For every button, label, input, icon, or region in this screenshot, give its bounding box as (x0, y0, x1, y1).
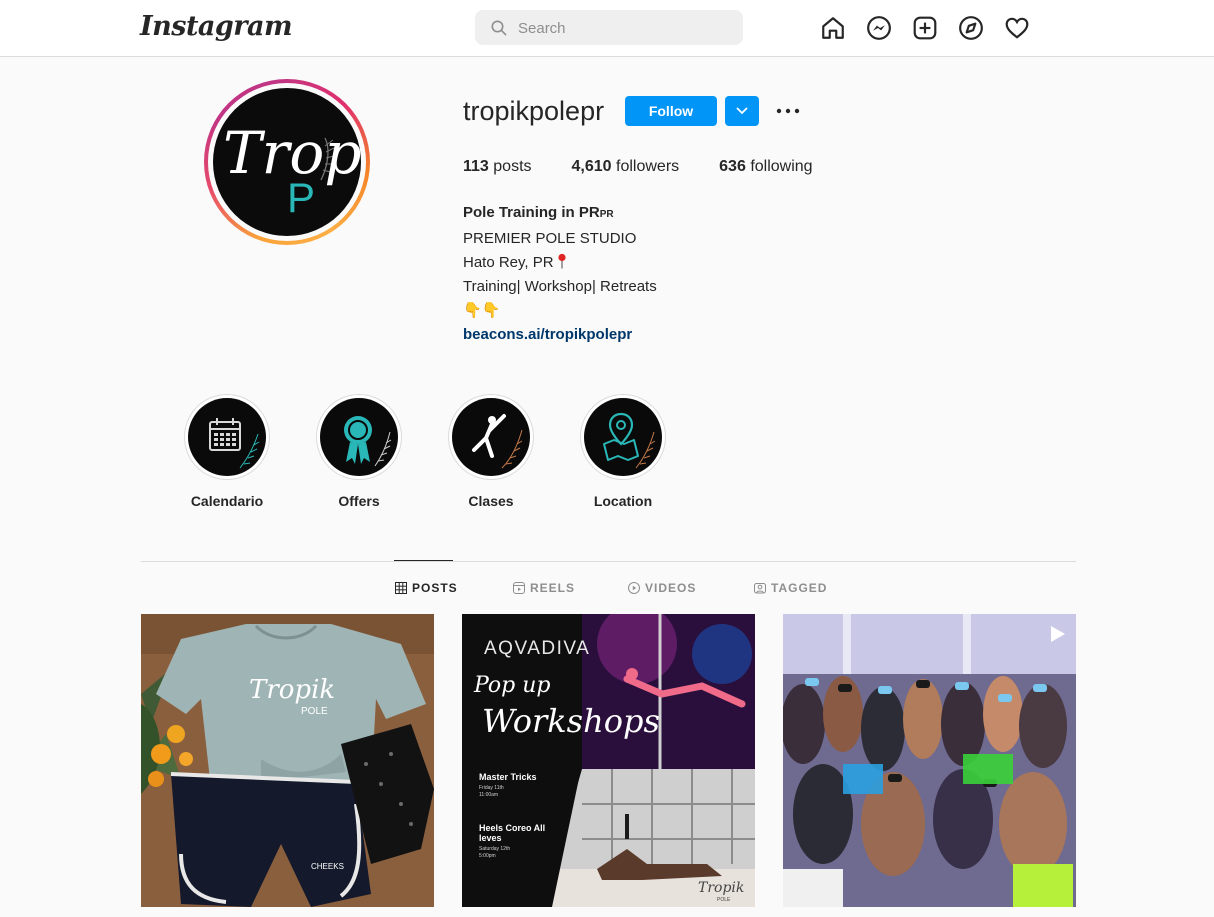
posts-count: 113 posts (463, 158, 532, 175)
highlight-label: Calendario (190, 493, 264, 509)
tab-reels[interactable]: REELS (513, 581, 575, 595)
instagram-logo[interactable]: Instagram (140, 11, 293, 42)
avatar-letter-p: P (287, 174, 315, 221)
tag-icon (754, 583, 766, 594)
activity-heart-icon[interactable] (1004, 15, 1030, 41)
reels-icon (513, 582, 525, 594)
flyer-event2-title-2: leves (479, 833, 502, 843)
post-group-video[interactable] (783, 614, 1076, 907)
highlight-label: Location (593, 493, 653, 509)
flyer-logo: Tropik (698, 880, 744, 896)
bio-name: Pole Training in PRPR (463, 204, 614, 221)
flyer-event2-title: Heels Coreo All (479, 823, 545, 833)
avatar: Tropik P (213, 88, 361, 236)
more-options-icon[interactable] (776, 101, 800, 121)
shorts-text: CHEEKS (311, 862, 344, 871)
tab-posts[interactable]: POSTS (395, 581, 458, 595)
bio-line: PREMIER POLE STUDIO (463, 230, 637, 247)
map-pin-icon (603, 412, 656, 469)
chevron-down-icon (736, 107, 748, 115)
top-navbar: Instagram Search (0, 0, 1214, 57)
profile-bio: Pole Training in PRPR PREMIER POLE STUDI… (463, 201, 657, 347)
flyer-logo-sub: POLE (717, 897, 731, 903)
suggested-dropdown-button[interactable] (725, 96, 759, 126)
tab-tagged[interactable]: TAGGED (754, 581, 827, 595)
flyer-brand: AQVADIVA (484, 638, 590, 659)
tab-videos[interactable]: VIDEOS (628, 581, 696, 595)
flyer-event2-date: Saturday 12th (479, 846, 510, 852)
flyer-title-1: Pop up (473, 673, 550, 698)
profile-stats: 113 posts 4,610 followers 636 following (463, 158, 853, 176)
shirt-logo-sub: POLE (301, 706, 328, 717)
profile-username: tropikpolepr (463, 96, 605, 126)
flyer-event1-title: Master Tricks (479, 772, 537, 782)
highlight-clases[interactable]: Clases (436, 394, 546, 509)
highlight-location[interactable]: Location (568, 394, 678, 509)
home-icon[interactable] (820, 15, 846, 41)
highlight-offers[interactable]: Offers (304, 394, 414, 509)
bio-line: Training| Workshop| Retreats (463, 278, 657, 295)
flyer-event2-time: 5:00pm (479, 853, 496, 859)
pointing-down-emoji: 👇👇 (463, 302, 501, 319)
messenger-icon[interactable] (866, 15, 892, 41)
flyer-event1-date: Friday 11th (479, 785, 504, 791)
grid-icon (395, 582, 407, 594)
flyer-event1-time: 11:00am (479, 792, 498, 798)
active-tab-indicator (394, 560, 453, 561)
followers-count[interactable]: 4,610 followers (572, 158, 680, 176)
highlight-label: Offers (338, 493, 380, 509)
following-count[interactable]: 636 following (719, 158, 812, 176)
search-box[interactable]: Search (475, 10, 743, 45)
post-tshirt[interactable]: Tropik POLE CHEEKS (141, 614, 434, 907)
search-icon (491, 20, 507, 36)
profile-avatar-ring[interactable]: Tropik P (204, 79, 370, 245)
search-placeholder: Search (518, 20, 566, 37)
highlight-label: Clases (468, 493, 514, 509)
bio-line: Hato Rey, PR (463, 251, 657, 275)
award-ribbon-icon (344, 416, 392, 467)
bio-link[interactable]: beacons.ai/tropikpolepr (463, 323, 657, 347)
post-workshops-flyer[interactable]: AQVADIVA Pop up Workshops Master Tricks … (462, 614, 755, 907)
play-icon (628, 582, 640, 594)
highlight-calendario[interactable]: Calendario (172, 394, 282, 509)
pole-pose-icon (472, 414, 523, 469)
follow-button[interactable]: Follow (625, 96, 717, 126)
flyer-title-2: Workshops (482, 702, 660, 740)
profile-divider (141, 561, 1076, 562)
explore-icon[interactable] (958, 15, 984, 41)
shirt-logo-text: Tropik (249, 675, 335, 705)
new-post-icon[interactable] (912, 15, 938, 41)
pushpin-icon (557, 253, 566, 269)
calendar-icon (209, 418, 260, 469)
